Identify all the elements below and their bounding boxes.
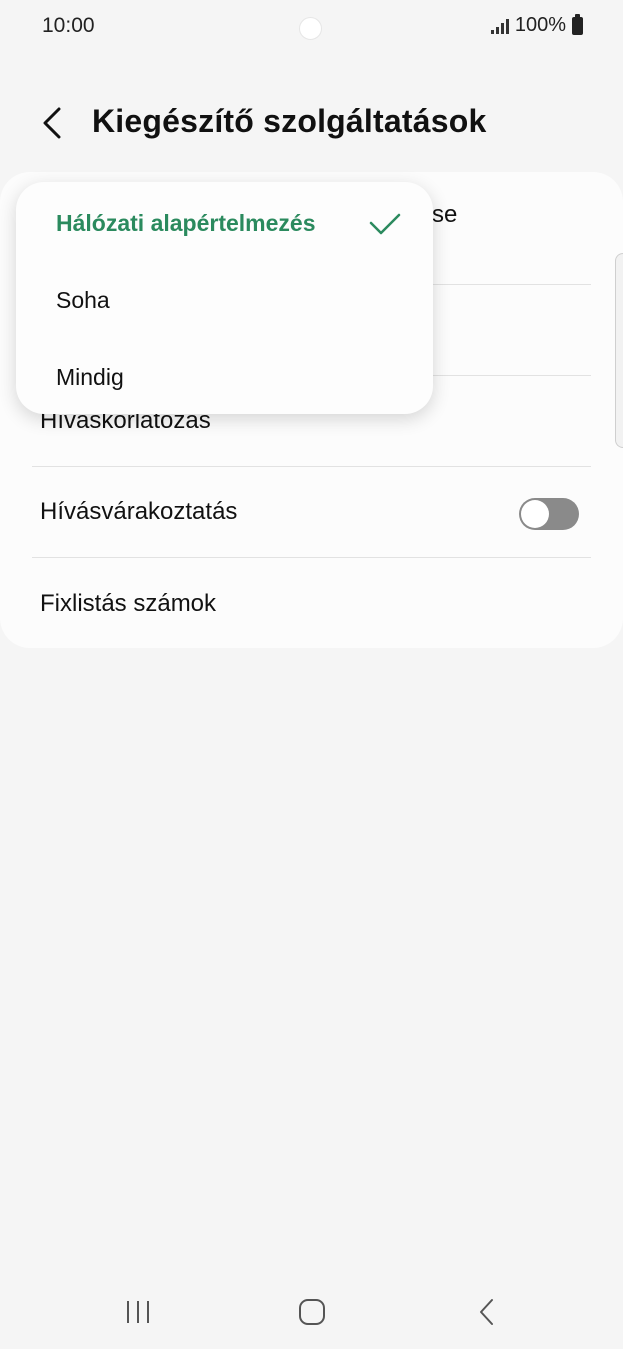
option-label: Hálózati alapértelmezés [56, 209, 316, 236]
scrollbar[interactable] [615, 253, 623, 448]
caller-id-popup-menu: Hálózati alapértelmezés Soha Mindig [16, 182, 433, 414]
call-waiting-toggle[interactable] [519, 498, 579, 530]
recent-apps-icon [127, 1301, 149, 1323]
option-network-default[interactable]: Hálózati alapértelmezés [16, 184, 433, 262]
battery-percent: 100% [514, 14, 566, 36]
status-indicators: 100% [490, 13, 583, 37]
status-time: 10:00 [42, 14, 95, 37]
home-button[interactable] [282, 1288, 342, 1336]
fixed-dialing-label: Fixlistás számok [40, 589, 217, 617]
nav-back-button[interactable] [457, 1288, 517, 1336]
recent-apps-button[interactable] [108, 1288, 168, 1336]
option-label: Soha [56, 286, 110, 313]
settings-row-call-waiting[interactable]: Hívásvárakoztatás [32, 467, 591, 558]
option-label: Mindig [56, 363, 124, 390]
settings-row-fixed-dialing[interactable]: Fixlistás számok [32, 558, 591, 649]
option-never[interactable]: Soha [16, 261, 433, 339]
page-title: Kiegészítő szolgáltatások [92, 103, 487, 139]
navigation-bar [0, 1280, 623, 1344]
back-button[interactable] [34, 99, 70, 147]
call-waiting-label: Hívásvárakoztatás [40, 498, 238, 525]
app-header: Kiegészítő szolgáltatások [0, 95, 623, 151]
status-bar: 10:00 100% [0, 0, 623, 56]
checkmark-icon [369, 213, 401, 235]
option-always[interactable]: Mindig [16, 338, 433, 416]
back-icon [480, 1299, 493, 1325]
back-arrow-icon [43, 107, 61, 139]
front-camera [299, 17, 322, 40]
toggle-knob [521, 500, 549, 528]
home-icon [299, 1299, 325, 1325]
signal-icon [490, 18, 509, 34]
battery-icon [572, 13, 583, 35]
